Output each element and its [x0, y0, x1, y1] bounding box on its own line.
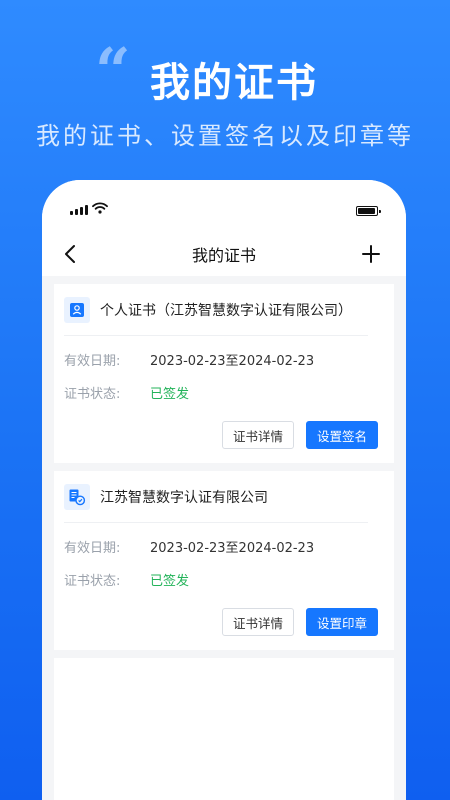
certificate-list: 个人证书（江苏智慧数字认证有限公司） 有效日期: 2023-02-23至2024…: [42, 284, 406, 800]
status-label: 证书状态:: [64, 574, 121, 589]
hero-subtitle: 我的证书、设置签名以及印章等: [36, 122, 414, 150]
hero-title: 我的证书: [150, 60, 318, 106]
set-signature-button[interactable]: 设置签名: [305, 421, 378, 449]
validity-row: 有效日期: 2023-02-23至2024-02-23: [64, 530, 384, 563]
enterprise-certificate-icon: [64, 483, 90, 510]
validity-value: 2023-02-23至2024-02-23: [150, 541, 315, 556]
chevron-left-icon[interactable]: [60, 242, 82, 266]
status-badge: 已签发: [150, 387, 190, 402]
status-bar: [42, 180, 406, 232]
certificate-card: 江苏智慧数字认证有限公司 有效日期: 2023-02-23至2024-02-23…: [54, 471, 394, 650]
validity-row: 有效日期: 2023-02-23至2024-02-23: [64, 343, 384, 376]
certificate-card-header: 江苏智慧数字认证有限公司: [64, 471, 368, 523]
battery-icon: [356, 206, 381, 216]
phone-frame: 我的证书 个人证书（江苏智慧数字认证有限公司） 有效日期: 2023-02-23…: [42, 180, 406, 800]
signal-icon: [70, 205, 88, 215]
wifi-icon: [92, 202, 108, 214]
set-seal-button[interactable]: 设置印章: [305, 608, 378, 636]
hero-quote-mark: “: [95, 34, 131, 107]
page-title: 我的证书: [191, 246, 256, 265]
status-label: 证书状态:: [64, 387, 121, 402]
certificate-card: 个人证书（江苏智慧数字认证有限公司） 有效日期: 2023-02-23至2024…: [54, 284, 394, 463]
status-row: 证书状态: 已签发: [64, 376, 384, 409]
plus-icon[interactable]: [360, 243, 382, 265]
certificate-detail-button[interactable]: 证书详情: [221, 608, 294, 636]
validity-label: 有效日期:: [64, 354, 121, 369]
certificate-title: 江苏智慧数字认证有限公司: [100, 489, 268, 506]
status-badge: 已签发: [150, 574, 190, 589]
person-certificate-icon: [64, 296, 90, 323]
status-row: 证书状态: 已签发: [64, 563, 384, 596]
validity-label: 有效日期:: [64, 541, 121, 556]
nav-bar: 我的证书: [42, 232, 406, 276]
validity-value: 2023-02-23至2024-02-23: [150, 354, 315, 369]
certificate-detail-button[interactable]: 证书详情: [221, 421, 294, 449]
certificate-title: 个人证书（江苏智慧数字认证有限公司）: [100, 302, 352, 319]
certificate-card-header: 个人证书（江苏智慧数字认证有限公司）: [64, 284, 368, 336]
empty-list-area: [54, 658, 394, 800]
